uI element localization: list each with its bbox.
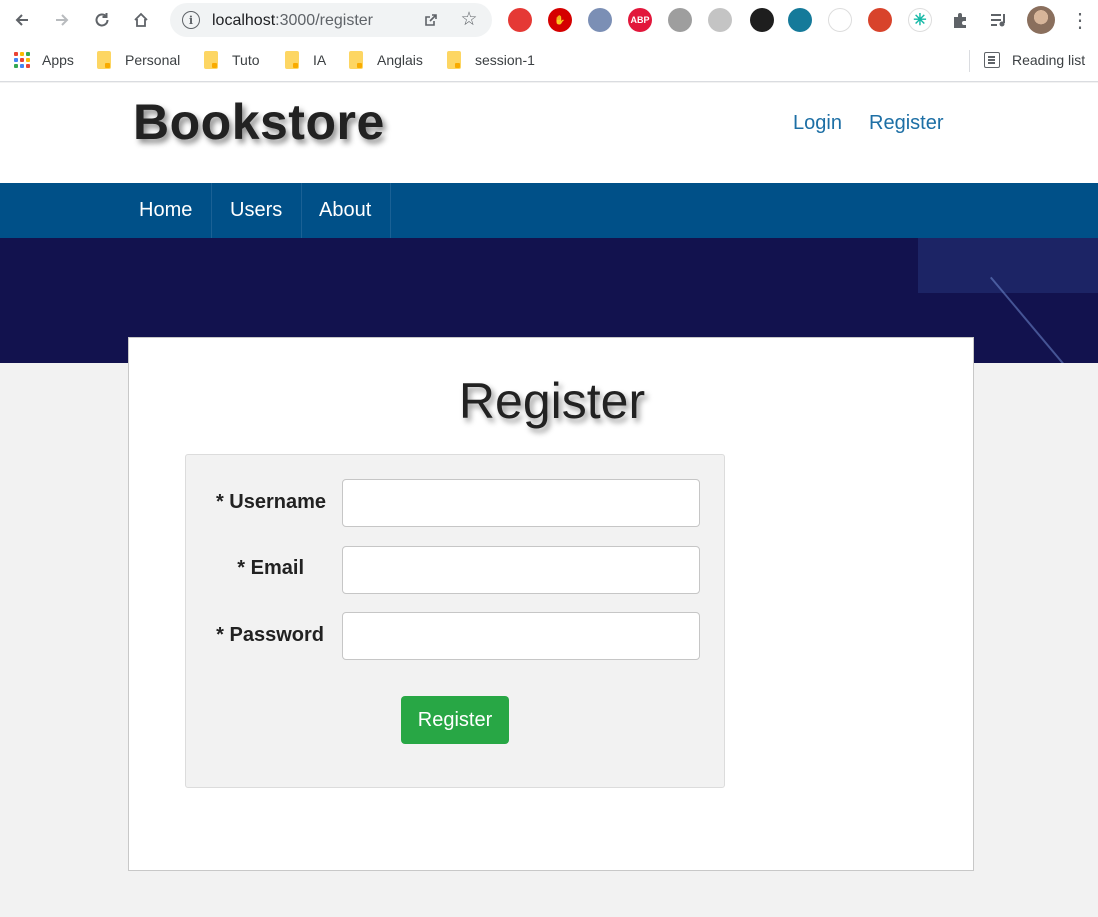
reading-list-label: Reading list bbox=[1012, 52, 1086, 68]
username-input[interactable] bbox=[342, 479, 700, 527]
ext-2-extension-icon[interactable]: ✋ bbox=[548, 8, 572, 32]
site-info-icon[interactable]: i bbox=[182, 11, 200, 29]
ext-9-extension-icon[interactable] bbox=[828, 8, 852, 32]
email-label: * Email bbox=[237, 557, 304, 579]
bookmark-label: Anglais bbox=[377, 52, 423, 68]
bookmark-folder-personal[interactable]: Personal bbox=[97, 49, 180, 71]
address-bar[interactable]: i localhost:3000/register ☆ bbox=[170, 3, 492, 37]
hero-decoration bbox=[918, 238, 1098, 293]
reload-icon[interactable] bbox=[88, 6, 116, 34]
email-input[interactable] bbox=[342, 546, 700, 594]
bookmark-label: Tuto bbox=[232, 52, 260, 68]
adblock-extension-icon[interactable]: ABP bbox=[628, 8, 652, 32]
bookmarks-divider bbox=[969, 50, 970, 72]
bookmarks-bar: Apps Personal Tuto IA Anglais session-1 … bbox=[0, 40, 1098, 82]
bookmark-label: Apps bbox=[42, 52, 74, 68]
bookmark-label: session-1 bbox=[475, 52, 535, 68]
folder-icon bbox=[97, 51, 111, 69]
share-icon[interactable] bbox=[420, 9, 442, 31]
profile-avatar[interactable] bbox=[1027, 6, 1055, 34]
address-url[interactable]: localhost:3000/register bbox=[212, 12, 373, 30]
nav-home[interactable]: Home bbox=[120, 183, 213, 238]
reading-list-button[interactable]: Reading list bbox=[984, 49, 1085, 71]
bookmark-folder-anglais[interactable]: Anglais bbox=[349, 49, 423, 71]
register-form: * Username * Email * Password Register bbox=[185, 454, 725, 788]
page-title: Register bbox=[458, 373, 646, 429]
folder-icon bbox=[204, 51, 218, 69]
site-brand[interactable]: Bookstore bbox=[133, 93, 385, 151]
password-label: * Password bbox=[216, 624, 324, 646]
main-navbar: Home Users About bbox=[0, 183, 1098, 238]
ext-11-extension-icon[interactable]: ✳ bbox=[908, 8, 932, 32]
bookmark-label: IA bbox=[313, 52, 327, 68]
apps-grid-icon bbox=[14, 52, 30, 68]
browser-menu-icon[interactable]: ⋮ bbox=[1070, 6, 1090, 34]
back-arrow-icon[interactable] bbox=[8, 6, 36, 34]
bookmark-star-icon[interactable]: ☆ bbox=[458, 8, 480, 30]
folder-icon bbox=[447, 51, 461, 69]
folder-icon bbox=[285, 51, 299, 69]
login-link[interactable]: Login bbox=[793, 112, 842, 135]
register-card: Register * Username * Email * Password R… bbox=[128, 337, 974, 871]
media-queue-icon[interactable] bbox=[987, 8, 1011, 32]
register-submit-button[interactable]: Register bbox=[401, 696, 509, 744]
nav-about[interactable]: About bbox=[300, 183, 392, 238]
extensions-puzzle-icon[interactable] bbox=[948, 8, 972, 32]
ext-5-extension-icon[interactable] bbox=[668, 8, 692, 32]
home-icon[interactable] bbox=[127, 6, 155, 34]
nav-users[interactable]: Users bbox=[211, 183, 303, 238]
ext-3-extension-icon[interactable] bbox=[588, 8, 612, 32]
forward-arrow-icon[interactable] bbox=[48, 6, 76, 34]
username-label: * Username bbox=[215, 491, 326, 513]
reading-list-icon bbox=[984, 52, 1000, 68]
ext-8-extension-icon[interactable] bbox=[788, 8, 812, 32]
bookmark-folder-session-1[interactable]: session-1 bbox=[447, 49, 535, 71]
folder-icon bbox=[349, 51, 363, 69]
ext-10-extension-icon[interactable] bbox=[868, 8, 892, 32]
bookmark-apps[interactable]: Apps bbox=[14, 49, 74, 71]
ext-1-extension-icon[interactable] bbox=[508, 8, 532, 32]
ext-7-extension-icon[interactable] bbox=[750, 8, 774, 32]
site-header: Bookstore Login Register bbox=[0, 83, 1098, 183]
bookmark-folder-ia[interactable]: IA bbox=[285, 49, 326, 71]
bookmark-label: Personal bbox=[125, 52, 181, 68]
password-input[interactable] bbox=[342, 612, 700, 660]
bookmark-folder-tuto[interactable]: Tuto bbox=[204, 49, 260, 71]
register-link[interactable]: Register bbox=[869, 112, 943, 135]
ext-6-extension-icon[interactable] bbox=[708, 8, 732, 32]
browser-toolbar: i localhost:3000/register ☆ ✋ ABP ✳ ⋮ bbox=[0, 0, 1098, 40]
